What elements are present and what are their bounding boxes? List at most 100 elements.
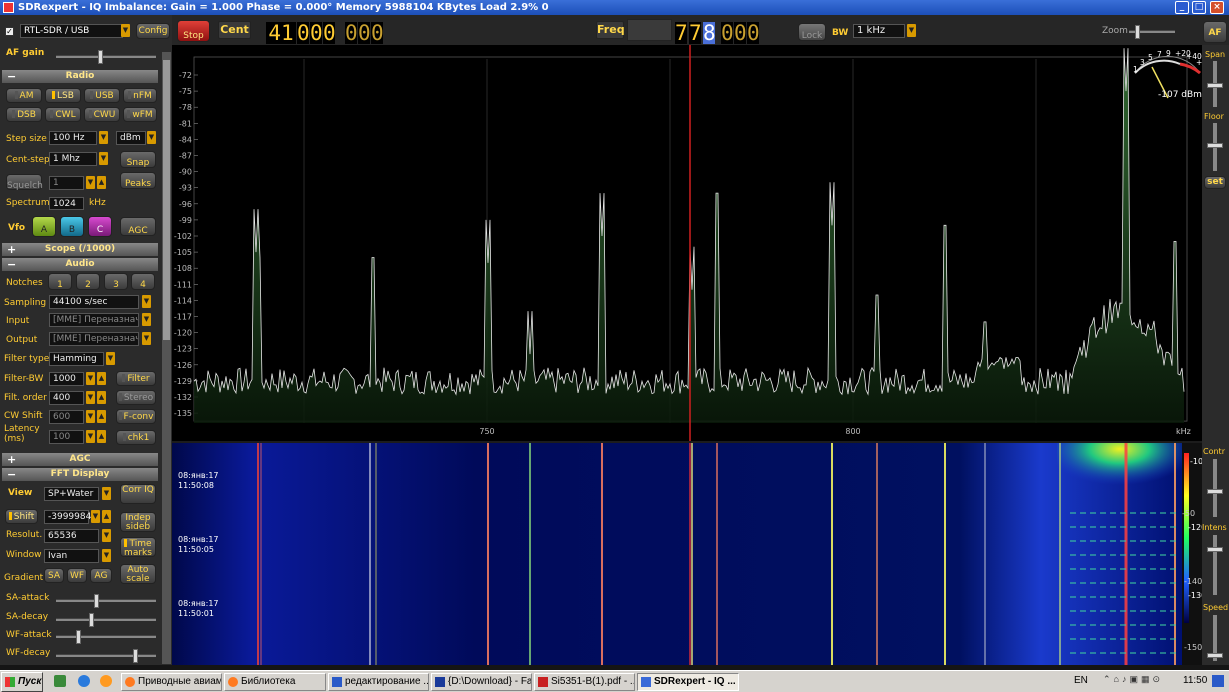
maximize-button[interactable]: □ xyxy=(1192,1,1206,14)
filter-bw-up-icon[interactable]: ▲ xyxy=(97,372,106,385)
floor-slider[interactable] xyxy=(1207,123,1223,171)
resolution-select[interactable]: 65536 xyxy=(44,529,99,543)
cw-shift-input[interactable]: 600 xyxy=(49,410,84,424)
freq-digit[interactable]: 0 xyxy=(721,22,734,44)
spectrum-display[interactable]: -72 -75 -78 -81 -84 -87 -90 -93 -96 -99 -102 -105 -1… xyxy=(172,45,1212,441)
wf-attack-slider[interactable] xyxy=(56,630,156,644)
view-select[interactable]: SP+Water xyxy=(44,487,99,501)
input-dropdown-icon[interactable]: ▼ xyxy=(142,313,151,326)
vfo-c-button[interactable]: C xyxy=(88,216,112,237)
latency-down-icon[interactable]: ▼ xyxy=(86,430,95,443)
gradient-wf-button[interactable]: WF xyxy=(67,568,87,583)
time-marks-button[interactable]: Time marks xyxy=(120,537,156,558)
cent-step-select[interactable]: 1 Mhz xyxy=(49,152,97,166)
chk1-button[interactable]: chk1 xyxy=(116,430,156,445)
speed-slider[interactable] xyxy=(1207,615,1223,661)
cent-digits-high[interactable]: 41 xyxy=(266,22,296,44)
freq-digit[interactable]: 0 xyxy=(734,22,747,44)
fconv-button[interactable]: F-conv xyxy=(116,409,156,424)
squelch-up-icon[interactable]: ▲ xyxy=(97,176,106,189)
set-button[interactable]: set xyxy=(1204,176,1226,189)
agc-section-header[interactable]: + AGC xyxy=(2,453,158,466)
fft-section-header[interactable]: − FFT Display xyxy=(2,468,158,481)
filter-type-select[interactable]: Hamming xyxy=(49,352,104,366)
spectrum-input[interactable]: 1024 xyxy=(49,197,84,210)
squelch-button[interactable]: Squelch xyxy=(6,174,43,191)
config-button[interactable]: Config xyxy=(136,23,170,39)
mode-nfm-button[interactable]: nFM xyxy=(123,88,157,103)
mode-cwl-button[interactable]: CWL xyxy=(45,107,81,122)
step-size-select[interactable]: 100 Hz xyxy=(49,131,97,145)
taskbar-item[interactable]: Si5351-B(1).pdf - ... xyxy=(534,673,635,691)
stop-button[interactable]: Stop xyxy=(177,20,210,42)
filter-bw-input[interactable]: 1000 xyxy=(49,372,84,386)
browser-icon[interactable] xyxy=(78,675,90,687)
mode-am-button[interactable]: AM xyxy=(6,88,42,103)
latency-input[interactable]: 100 xyxy=(49,430,84,444)
squelch-input[interactable]: 1 xyxy=(49,176,84,190)
mode-wfm-button[interactable]: wFM xyxy=(123,107,157,122)
filter-button[interactable]: Filter xyxy=(116,371,156,386)
shift-input[interactable]: -3999984 xyxy=(44,510,91,524)
gradient-ag-button[interactable]: AG xyxy=(90,568,112,583)
filter-bw-down-icon[interactable]: ▼ xyxy=(86,372,95,385)
scope-section-header[interactable]: + Scope (/1000) xyxy=(2,243,158,256)
sampling-select[interactable]: 44100 s/sec xyxy=(49,295,139,309)
taskbar-item[interactable]: {D:\Download} - Far xyxy=(431,673,532,691)
view-dropdown-icon[interactable]: ▼ xyxy=(102,487,111,500)
taskbar-item[interactable]: Библиотека xyxy=(224,673,326,691)
cent-digit[interactable]: 0 xyxy=(345,22,358,44)
peaks-button[interactable]: Peaks xyxy=(120,172,156,189)
vfo-b-button[interactable]: B xyxy=(60,216,84,237)
stereo-button[interactable]: Stereo xyxy=(116,390,156,405)
device-select[interactable]: RTL-SDR / USB xyxy=(20,24,123,38)
bw-dropdown-icon[interactable]: ▼ xyxy=(907,24,916,37)
af-button[interactable]: AF xyxy=(1203,21,1227,43)
freq-digit-selected[interactable]: 8 xyxy=(703,22,716,44)
shift-button[interactable]: Shift xyxy=(5,509,38,524)
unit-select[interactable]: dBm xyxy=(116,131,146,145)
cent-digit[interactable]: 0 xyxy=(297,22,310,44)
indep-sideb-button[interactable]: Indep sideb xyxy=(120,512,156,532)
cent-digit[interactable]: 0 xyxy=(310,22,323,44)
resolution-dropdown-icon[interactable]: ▼ xyxy=(102,529,111,542)
auto-scale-button[interactable]: Auto scale xyxy=(120,564,156,584)
cent-step-dropdown-icon[interactable]: ▼ xyxy=(99,152,108,165)
panel-scrollbar[interactable] xyxy=(162,52,171,664)
sa-decay-slider[interactable] xyxy=(56,613,156,627)
sampling-dropdown-icon[interactable]: ▼ xyxy=(142,295,151,308)
freq-digit[interactable]: 7 xyxy=(675,22,688,44)
waterfall-display[interactable]: 08:янв:17 11:50:08 08:янв:17 11:50:05 08:я… xyxy=(172,443,1206,665)
device-dropdown-icon[interactable]: ▼ xyxy=(121,24,130,37)
shift-down-icon[interactable]: ▼ xyxy=(91,510,100,523)
show-desktop-icon[interactable] xyxy=(1212,675,1224,687)
zoom-slider[interactable] xyxy=(1129,25,1175,39)
shift-up-icon[interactable]: ▲ xyxy=(102,510,111,523)
window-dropdown-icon[interactable]: ▼ xyxy=(102,549,111,562)
filter-type-dropdown-icon[interactable]: ▼ xyxy=(106,352,115,365)
minimize-button[interactable]: _ xyxy=(1175,1,1189,14)
window-select[interactable]: Ivan xyxy=(44,549,99,563)
bw-select[interactable]: 1 kHz xyxy=(853,24,905,38)
latency-up-icon[interactable]: ▲ xyxy=(97,430,106,443)
spectrum-plot[interactable]: -72 -75 -78 -81 -84 -87 -90 -93 -96 -99 -102 -105 -1… xyxy=(172,45,1212,441)
contrast-slider[interactable] xyxy=(1207,459,1223,517)
waterfall-plot[interactable] xyxy=(172,443,1202,665)
af-gain-slider[interactable] xyxy=(56,50,156,64)
cent-digit[interactable]: 0 xyxy=(371,22,384,44)
notch-3-button[interactable]: 3 xyxy=(104,273,128,290)
language-indicator[interactable]: EN xyxy=(1074,675,1088,686)
vfo-a-button[interactable]: A xyxy=(32,216,56,237)
cw-shift-down-icon[interactable]: ▼ xyxy=(86,410,95,423)
cw-shift-up-icon[interactable]: ▲ xyxy=(97,410,106,423)
snap-button[interactable]: Snap xyxy=(120,151,156,168)
gradient-sa-button[interactable]: SA xyxy=(44,568,64,583)
filt-order-down-icon[interactable]: ▼ xyxy=(86,391,95,404)
step-size-dropdown-icon[interactable]: ▼ xyxy=(99,131,108,144)
wf-decay-slider[interactable] xyxy=(56,649,156,663)
corr-iq-button[interactable]: Corr IQ xyxy=(120,484,156,504)
span-slider[interactable] xyxy=(1207,61,1223,107)
taskbar-item[interactable]: Приводные авиам... xyxy=(121,673,222,691)
cent-digit[interactable]: 0 xyxy=(323,22,336,44)
firefox-icon[interactable] xyxy=(100,675,112,687)
